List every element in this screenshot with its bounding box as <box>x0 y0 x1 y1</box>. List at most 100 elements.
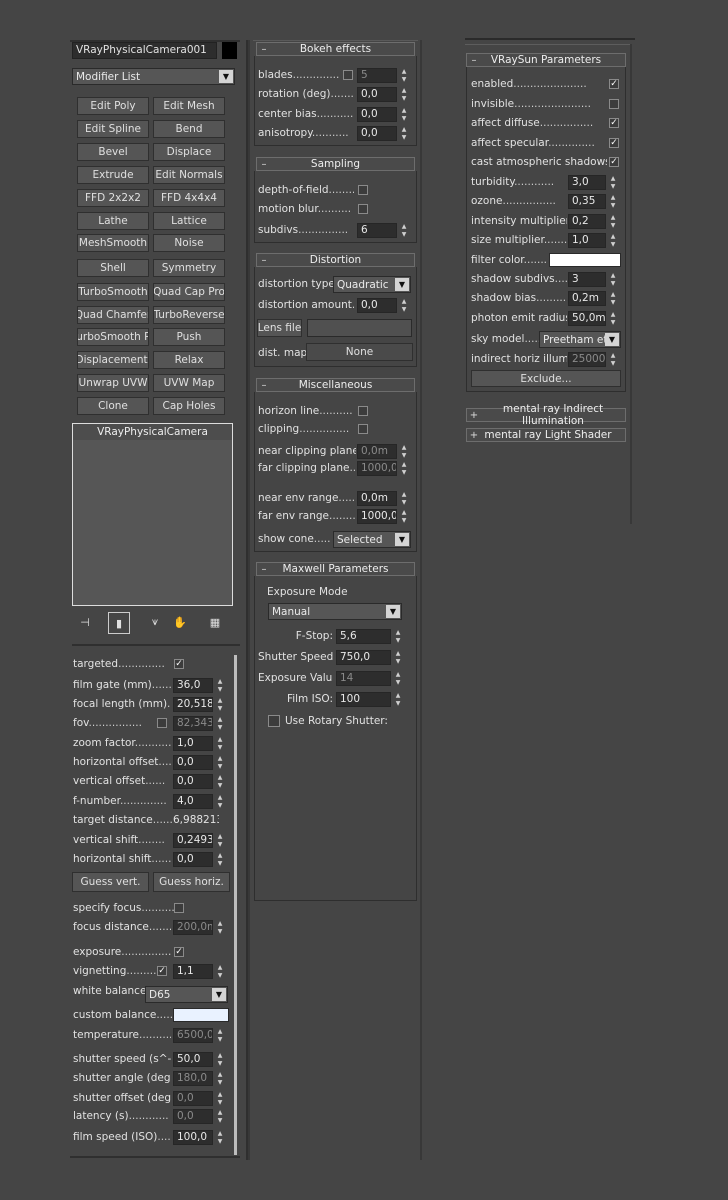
intensity-mult-value[interactable]: 0,2 <box>568 214 606 229</box>
blades-spinner[interactable]: 5 ▲ ▼ <box>357 68 409 83</box>
modifier-button[interactable]: Quad Chamfer <box>77 306 149 324</box>
lens-file-path[interactable] <box>307 319 412 337</box>
distortion-type-dropdown[interactable]: Quadratic ▼ <box>333 276 411 293</box>
horizontal-offset-value[interactable]: 0,0 <box>173 755 213 770</box>
focus-distance-value[interactable]: 200,0m <box>173 920 213 935</box>
modifier-button[interactable]: UVW Map <box>153 374 225 392</box>
shutter-angle-spinner[interactable]: 180,0 ▲ ▼ <box>173 1071 225 1086</box>
modifier-button[interactable]: Unwrap UVW <box>77 374 149 392</box>
spinner-arrows-icon[interactable]: ▲ ▼ <box>399 87 409 102</box>
spinner-arrows-icon[interactable]: ▲ ▼ <box>393 671 403 686</box>
maxwell-rollout-header[interactable]: – Maxwell Parameters <box>256 562 415 576</box>
film-iso-spinner[interactable]: 100 ▲ ▼ <box>336 692 403 707</box>
fstop-spinner[interactable]: 5,6 ▲ ▼ <box>336 629 403 644</box>
pin-stack-icon[interactable]: ⊣ <box>76 613 94 631</box>
shadow-bias-value[interactable]: 0,2m <box>568 291 606 306</box>
spinner-arrows-icon[interactable]: ▲ ▼ <box>393 650 403 665</box>
intensity-mult-spinner[interactable]: 0,2 ▲ ▼ <box>568 214 618 229</box>
spinner-arrows-icon[interactable]: ▲ ▼ <box>215 716 225 731</box>
rotary-shutter-checkbox[interactable] <box>268 715 280 727</box>
guess-vert-button[interactable]: Guess vert. <box>72 872 149 892</box>
f-number-value[interactable]: 4,0 <box>173 794 213 809</box>
vignetting-value[interactable]: 1,1 <box>173 964 213 979</box>
blades-checkbox[interactable] <box>343 70 353 80</box>
shutter-speed-spinner[interactable]: 50,0 ▲ ▼ <box>173 1052 225 1067</box>
vertical-shift-spinner[interactable]: 0,2493 ▲ ▼ <box>173 833 225 848</box>
modifier-button[interactable]: TurboSmooth Pr <box>77 328 149 346</box>
spinner-arrows-icon[interactable]: ▲ ▼ <box>608 272 618 287</box>
temperature-value[interactable]: 6500,0 <box>173 1028 213 1043</box>
temperature-spinner[interactable]: 6500,0 ▲ ▼ <box>173 1028 225 1043</box>
center-bias-spinner[interactable]: 0,0 ▲ ▼ <box>357 107 409 122</box>
focus-distance-spinner[interactable]: 200,0m▲▼ <box>173 920 225 935</box>
rotation-value[interactable]: 0,0 <box>357 87 397 102</box>
mr-light-shader-rollout-header[interactable]: + mental ray Light Shader <box>466 428 626 442</box>
shutter-offset-spinner[interactable]: 0,0 ▲ ▼ <box>173 1091 225 1106</box>
vertical-offset-value[interactable]: 0,0 <box>173 774 213 789</box>
fov-spinner[interactable]: 82,3439▲▼ <box>173 716 225 731</box>
modifier-button[interactable]: Bevel <box>77 143 149 161</box>
size-mult-spinner[interactable]: 1,0 ▲ ▼ <box>568 233 618 248</box>
spinner-arrows-icon[interactable]: ▲ ▼ <box>215 1130 225 1145</box>
exposure-value-value[interactable]: 14 <box>336 671 391 686</box>
anisotropy-spinner[interactable]: 0,0 ▲ ▼ <box>357 126 409 141</box>
turbidity-value[interactable]: 3,0 <box>568 175 606 190</box>
spinner-arrows-icon[interactable]: ▲ ▼ <box>215 964 225 979</box>
near-clip-spinner[interactable]: 0,0m ▲ ▼ <box>357 444 409 459</box>
dof-checkbox[interactable] <box>358 185 368 195</box>
modifier-button[interactable]: TurboReverse <box>153 306 225 324</box>
spinner-arrows-icon[interactable]: ▲ ▼ <box>608 175 618 190</box>
stack-item-camera[interactable]: VRayPhysicalCamera <box>73 424 232 440</box>
exclude-button[interactable]: Exclude... <box>471 370 621 387</box>
clipping-checkbox[interactable] <box>358 424 368 434</box>
spinner-arrows-icon[interactable]: ▲ ▼ <box>215 1028 225 1043</box>
spinner-arrows-icon[interactable]: ▲ ▼ <box>215 697 225 712</box>
spinner-arrows-icon[interactable]: ▲ ▼ <box>399 444 409 459</box>
spinner-arrows-icon[interactable]: ▲ ▼ <box>215 755 225 770</box>
make-unique-icon[interactable]: ⩛ <box>146 613 164 631</box>
filter-color-swatch[interactable] <box>549 253 621 267</box>
affect-specular-checkbox[interactable]: ✓ <box>609 138 619 148</box>
mr-indirect-rollout-header[interactable]: + mental ray Indirect Illumination <box>466 403 626 427</box>
sampling-rollout-header[interactable]: – Sampling <box>256 157 415 171</box>
modifier-button[interactable]: Edit Normals <box>153 166 225 184</box>
modifier-button[interactable]: Noise <box>153 234 225 252</box>
spinner-arrows-icon[interactable]: ▲ ▼ <box>399 126 409 141</box>
focal-length-value[interactable]: 20,5186 <box>173 697 213 712</box>
modifier-button[interactable]: Displace <box>153 143 225 161</box>
spinner-arrows-icon[interactable]: ▲ ▼ <box>608 291 618 306</box>
affect-diffuse-checkbox[interactable]: ✓ <box>609 118 619 128</box>
spinner-arrows-icon[interactable]: ▲ ▼ <box>399 68 409 83</box>
modifier-button[interactable]: Symmetry <box>153 259 225 277</box>
modifier-button[interactable]: MeshSmooth <box>77 234 149 252</box>
indirect-horiz-spinner[interactable]: 25000, ▲ ▼ <box>568 352 618 367</box>
rotation-spinner[interactable]: 0,0 ▲ ▼ <box>357 87 409 102</box>
spinner-arrows-icon[interactable]: ▲ ▼ <box>399 298 409 313</box>
shutter-angle-value[interactable]: 180,0 <box>173 1071 213 1086</box>
spinner-arrows-icon[interactable]: ▲ ▼ <box>215 736 225 751</box>
bokeh-rollout-header[interactable]: – Bokeh effects <box>256 42 415 56</box>
spinner-arrows-icon[interactable]: ▲ ▼ <box>608 233 618 248</box>
spinner-arrows-icon[interactable]: ▲ ▼ <box>215 852 225 867</box>
near-clip-value[interactable]: 0,0m <box>357 444 397 459</box>
show-end-result-icon[interactable]: ▮ <box>108 612 130 634</box>
horizontal-offset-spinner[interactable]: 0,0 ▲ ▼ <box>173 755 225 770</box>
film-gate-spinner[interactable]: 36,0 ▲ ▼ <box>173 678 225 693</box>
vignetting-spinner[interactable]: 1,1 ▲ ▼ <box>173 964 225 979</box>
exposure-checkbox[interactable]: ✓ <box>174 947 184 957</box>
modifier-button[interactable]: Cap Holes <box>153 397 225 415</box>
modifier-button[interactable]: Shell <box>77 259 149 277</box>
modifier-button[interactable]: FFD 2x2x2 <box>77 189 149 207</box>
modifier-stack[interactable]: VRayPhysicalCamera <box>72 423 233 606</box>
enabled-checkbox[interactable]: ✓ <box>609 79 619 89</box>
blades-value[interactable]: 5 <box>357 68 397 83</box>
spinner-arrows-icon[interactable]: ▲ ▼ <box>393 629 403 644</box>
specify-focus-checkbox[interactable] <box>174 903 184 913</box>
spinner-arrows-icon[interactable]: ▲ ▼ <box>215 678 225 693</box>
modifier-button[interactable]: Relax <box>153 351 225 369</box>
invisible-checkbox[interactable] <box>609 99 619 109</box>
spinner-arrows-icon[interactable]: ▲ ▼ <box>215 920 225 935</box>
modifier-button[interactable]: Quad Cap Pro <box>153 283 225 301</box>
modifier-button[interactable]: Push <box>153 328 225 346</box>
turbidity-spinner[interactable]: 3,0 ▲ ▼ <box>568 175 618 190</box>
